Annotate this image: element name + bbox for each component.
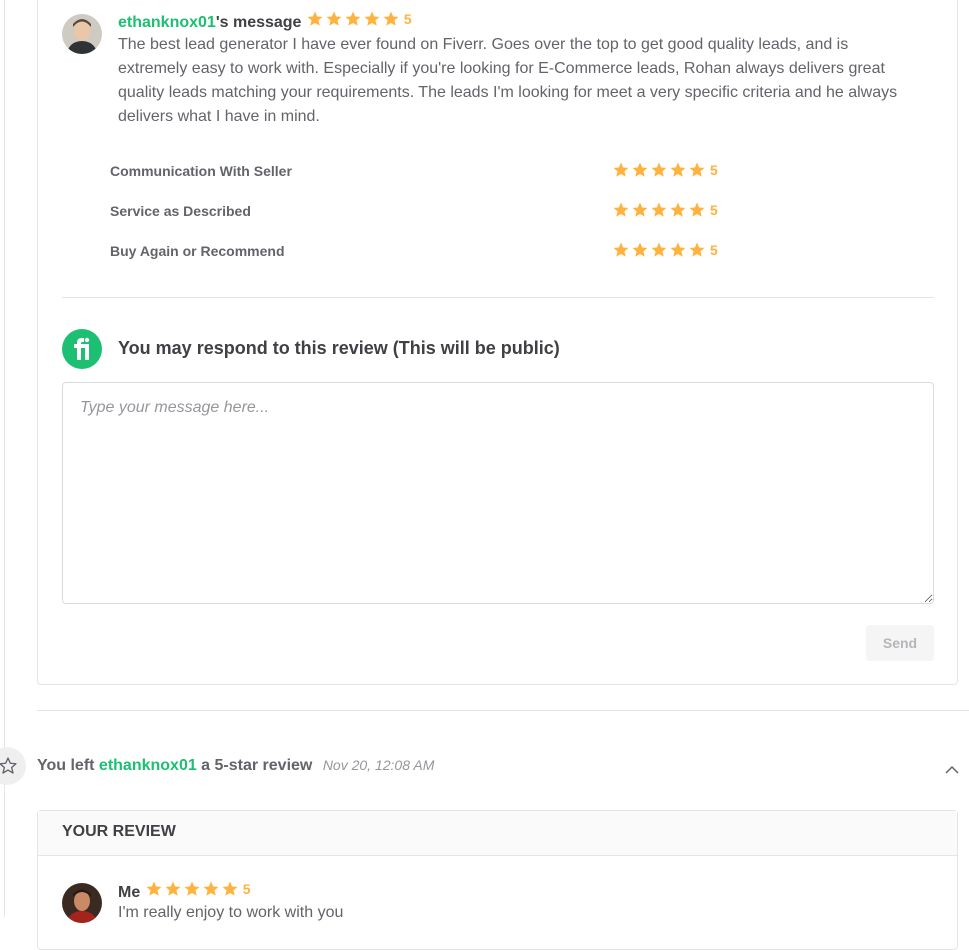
star-icon bbox=[344, 10, 362, 28]
star-icon bbox=[202, 880, 220, 898]
star-icon bbox=[363, 10, 381, 28]
star-outline-icon bbox=[0, 747, 26, 785]
criteria-row: Service as Described 5 bbox=[110, 201, 730, 221]
my-review-rating: 5 bbox=[242, 881, 251, 897]
chevron-up-icon[interactable] bbox=[944, 763, 960, 775]
message-label: 's message bbox=[215, 14, 302, 31]
reviewer-username[interactable]: ethanknox01 bbox=[118, 14, 216, 31]
criteria-label: Service as Described bbox=[110, 203, 251, 219]
my-review-stars: 5 bbox=[145, 880, 251, 898]
event-username[interactable]: ethanknox01 bbox=[99, 757, 197, 774]
your-review-title: YOUR REVIEW bbox=[62, 823, 176, 840]
criteria-rating: 5 bbox=[710, 202, 718, 218]
star-icon bbox=[221, 880, 239, 898]
star-icon bbox=[631, 241, 649, 259]
review-rating: 5 bbox=[403, 11, 412, 27]
star-icon bbox=[631, 161, 649, 179]
star-icon bbox=[688, 161, 706, 179]
my-review-body: I'm really enjoy to work with you bbox=[118, 904, 344, 921]
star-icon bbox=[669, 161, 687, 179]
star-icon bbox=[650, 161, 668, 179]
send-button[interactable]: Send bbox=[866, 625, 934, 661]
fiverr-logo-icon bbox=[62, 329, 102, 369]
criteria-label: Buy Again or Recommend bbox=[110, 243, 285, 259]
criteria-stars: 5 bbox=[612, 241, 718, 259]
star-icon bbox=[612, 161, 630, 179]
section-divider bbox=[62, 297, 934, 298]
event-prefix: You left bbox=[37, 757, 99, 774]
star-icon bbox=[306, 10, 324, 28]
star-icon bbox=[325, 10, 343, 28]
respond-title: You may respond to this review (This wil… bbox=[118, 338, 560, 358]
star-icon bbox=[631, 201, 649, 219]
star-icon bbox=[650, 201, 668, 219]
review-stars: 5 bbox=[306, 10, 412, 28]
star-icon bbox=[669, 201, 687, 219]
star-icon bbox=[688, 201, 706, 219]
star-icon bbox=[669, 241, 687, 259]
criteria-stars: 5 bbox=[612, 201, 718, 219]
criteria-rating: 5 bbox=[710, 162, 718, 178]
criteria-row: Communication With Seller 5 bbox=[110, 161, 730, 181]
star-icon bbox=[382, 10, 400, 28]
star-icon bbox=[612, 201, 630, 219]
review-header: ethanknox01's message 5 bbox=[118, 10, 412, 32]
your-review-header: YOUR REVIEW bbox=[38, 811, 957, 856]
review-event: You left ethanknox01 a 5-star review Nov… bbox=[37, 757, 434, 775]
star-icon bbox=[183, 880, 201, 898]
my-review-header: Me 5 bbox=[118, 880, 250, 902]
timeline-separator bbox=[37, 710, 969, 711]
reviewer-avatar bbox=[62, 14, 102, 54]
criteria-rating: 5 bbox=[710, 242, 718, 258]
review-body: The best lead generator I have ever foun… bbox=[118, 36, 898, 125]
response-textarea[interactable] bbox=[62, 382, 934, 604]
star-icon bbox=[145, 880, 163, 898]
event-suffix: a 5-star review bbox=[196, 757, 313, 774]
star-icon bbox=[612, 241, 630, 259]
criteria-stars: 5 bbox=[612, 161, 718, 179]
criteria-row: Buy Again or Recommend 5 bbox=[110, 241, 730, 261]
me-avatar bbox=[62, 883, 102, 923]
star-icon bbox=[688, 241, 706, 259]
criteria-label: Communication With Seller bbox=[110, 163, 292, 179]
star-icon bbox=[164, 880, 182, 898]
my-review-author: Me bbox=[118, 884, 141, 901]
star-icon bbox=[650, 241, 668, 259]
event-timestamp: Nov 20, 12:08 AM bbox=[322, 757, 435, 773]
